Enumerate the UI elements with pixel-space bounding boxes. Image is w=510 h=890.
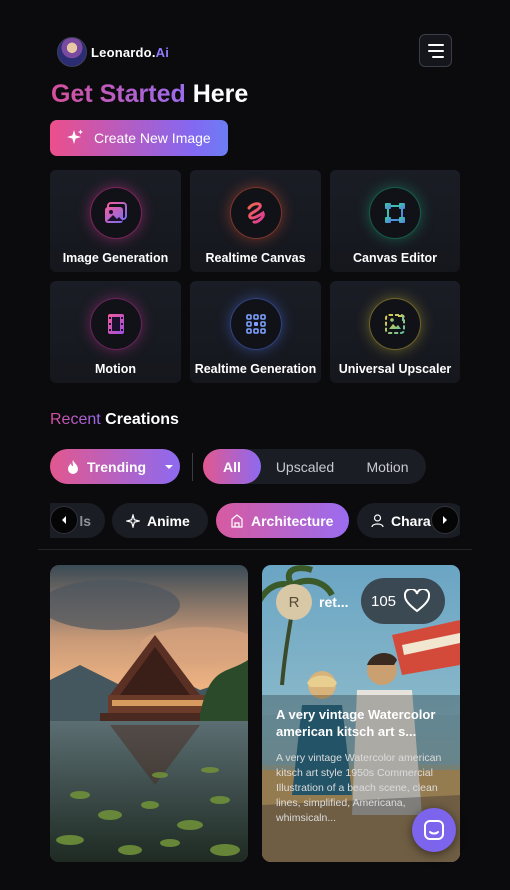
category-chip-anime[interactable]: Anime [112,503,208,538]
trending-dropdown[interactable]: Trending [50,449,180,484]
heart-icon [404,589,431,613]
segment-motion[interactable]: Motion [349,449,426,484]
tool-motion[interactable]: Motion [50,281,181,383]
segment-control: All Upscaled Motion [203,449,426,484]
logo-text: Leonardo.Ai [91,44,170,60]
tool-label: Universal Upscaler [338,362,452,376]
tool-universal-upscaler[interactable]: Universal Upscaler [330,281,460,383]
tool-canvas-editor[interactable]: Canvas Editor [330,170,460,272]
segment-upscaled[interactable]: Upscaled [261,449,349,484]
person-icon [371,513,384,527]
scroll-left-arrow-icon[interactable] [50,506,78,534]
chevron-down-icon [165,464,174,469]
tool-realtime-generation[interactable]: Realtime Generation [190,281,321,383]
hamburger-menu-icon[interactable] [419,34,452,67]
scroll-right-arrow-icon[interactable] [431,506,459,534]
like-button[interactable]: 105 [361,578,445,624]
flame-icon [68,459,78,474]
filters-bar: Trending All Upscaled Motion [50,449,460,485]
app-logo[interactable]: Leonardo.Ai [57,37,169,67]
tool-label: Image Generation [62,251,169,265]
sparkle-icon [67,129,83,144]
tool-image-generation[interactable]: Image Generation [50,170,181,272]
chat-support-icon[interactable] [412,808,456,852]
author-name: ret... [319,594,349,610]
card-title: A very vintage Watercolor american kitsc… [276,707,436,739]
like-count: 105 [371,592,397,610]
tool-label: Realtime Generation [194,362,317,376]
tool-label: Realtime Canvas [205,251,306,265]
category-chip-architecture[interactable]: Architecture [216,503,349,538]
tool-label: Canvas Editor [352,251,438,265]
trending-label: Trending [87,458,147,475]
page-title: Get Started Here [51,80,249,108]
star-sparkle-icon [126,513,140,528]
grid-dots-icon [229,298,282,350]
upscale-image-icon [369,298,421,350]
create-new-image-label: Create New Image [94,130,211,146]
tools-grid: Image Generation Realtime Canvas Canvas … [50,170,460,383]
tool-realtime-canvas[interactable]: Realtime Canvas [190,170,321,272]
film-strip-icon [89,298,142,350]
create-new-image-button[interactable]: Create New Image [50,120,228,156]
divider [192,453,193,481]
avatar: R [276,584,312,620]
segment-all[interactable]: All [203,449,261,484]
divider [38,549,472,550]
section-title-recent-creations: Recent Creations [50,411,179,428]
crop-frame-icon [369,187,421,239]
leonardo-avatar-logo [57,37,87,67]
category-scroller: ls Anime Architecture Chara [50,503,460,539]
tool-label: Motion [95,362,136,376]
tropical-lake-house-photo [50,565,248,862]
card-author[interactable]: R ret... [276,584,349,620]
image-gallery-icon [89,187,142,239]
building-icon [231,513,243,528]
brush-stroke-icon [229,187,282,239]
creation-card[interactable] [50,565,248,862]
